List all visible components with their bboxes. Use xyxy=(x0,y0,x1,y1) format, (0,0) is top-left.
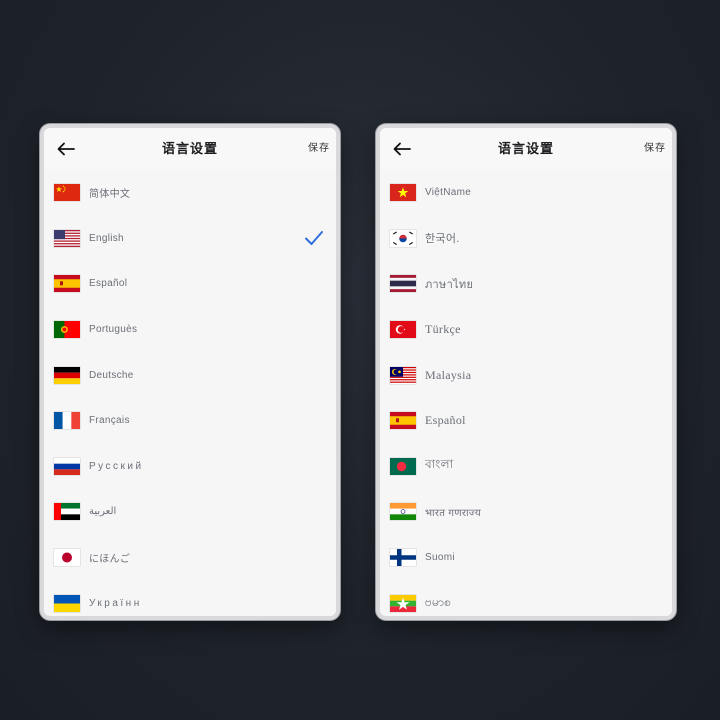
save-button[interactable]: 保存 xyxy=(308,128,330,170)
language-label: Türkçe xyxy=(425,322,461,337)
myanmar-flag-icon xyxy=(390,594,416,612)
language-label: भारत गणराज्य xyxy=(425,507,481,519)
malaysia-flag-icon xyxy=(390,366,416,384)
language-label: ViệtName xyxy=(425,187,472,199)
portugal-flag-icon xyxy=(54,321,80,339)
japan-flag-icon xyxy=(54,549,80,567)
language-label: Français xyxy=(89,415,130,427)
language-settings-screen-right: 语言设置 保存 ViệtName 한국어. ภาษาไทย Türkçe Mal… xyxy=(376,124,676,620)
language-item-german[interactable]: Deutsche xyxy=(44,352,336,398)
top-bar: 语言设置 保存 xyxy=(380,128,672,170)
language-label: Deutsche xyxy=(89,369,134,381)
checkmark-icon xyxy=(305,231,323,246)
thailand-flag-icon xyxy=(390,275,416,293)
language-settings-screen-left: 语言设置 保存 简体中文 English Español Portuguès D… xyxy=(40,124,340,620)
turkey-flag-icon xyxy=(390,321,416,339)
language-label: Portuguès xyxy=(89,324,138,336)
language-label: বাংলা xyxy=(425,457,454,472)
language-list: ViệtName 한국어. ภาษาไทย Türkçe Malaysia Es… xyxy=(380,170,672,616)
language-item-burmese[interactable]: ဗမာစ xyxy=(380,580,672,616)
language-item-ukrainian[interactable]: Українн xyxy=(44,580,336,616)
language-item-french[interactable]: Français xyxy=(44,398,336,444)
spain-flag-icon xyxy=(390,412,416,430)
language-item-malay[interactable]: Malaysia xyxy=(380,352,672,398)
language-list: 简体中文 English Español Portuguès Deutsche … xyxy=(44,170,336,616)
korea-flag-icon xyxy=(390,229,416,247)
language-item-hindi[interactable]: भारत गणराज्य xyxy=(380,489,672,535)
finland-flag-icon xyxy=(390,549,416,567)
top-bar: 语言设置 保存 xyxy=(44,128,336,170)
language-label: ภาษาไทย xyxy=(425,278,474,291)
save-button[interactable]: 保存 xyxy=(644,128,666,170)
language-item-russian[interactable]: Русский xyxy=(44,444,336,490)
language-item-portuguese[interactable]: Portuguès xyxy=(44,307,336,353)
language-item-vietnamese[interactable]: ViệtName xyxy=(380,170,672,216)
language-item-turkish[interactable]: Türkçe xyxy=(380,307,672,353)
language-item-chinese[interactable]: 简体中文 xyxy=(44,170,336,216)
language-label: Español xyxy=(425,413,466,428)
language-item-thai[interactable]: ภาษาไทย xyxy=(380,261,672,307)
language-item-arabic[interactable]: العربية xyxy=(44,489,336,535)
india-flag-icon xyxy=(390,503,416,521)
page-title: 语言设置 xyxy=(497,141,554,156)
language-label: Español xyxy=(89,278,128,290)
language-label: Suomi xyxy=(425,552,455,564)
language-item-spanish[interactable]: Español xyxy=(44,261,336,307)
language-label: Malaysia xyxy=(425,367,472,382)
language-label: العربية xyxy=(89,506,117,518)
russia-flag-icon xyxy=(54,457,80,475)
language-label: にほんご xyxy=(89,554,131,566)
language-item-japanese[interactable]: にほんご xyxy=(44,535,336,581)
back-button[interactable] xyxy=(54,137,78,161)
language-item-english[interactable]: English xyxy=(44,216,336,262)
china-flag-icon xyxy=(54,184,80,202)
language-label: Русский xyxy=(89,460,144,472)
language-label: Українн xyxy=(89,597,142,609)
language-label: 简体中文 xyxy=(89,189,131,201)
back-button[interactable] xyxy=(390,137,414,161)
back-arrow-icon xyxy=(393,142,411,156)
page-title: 语言设置 xyxy=(161,141,218,156)
language-item-spanish[interactable]: Español xyxy=(380,398,672,444)
language-label: ဗမာစ xyxy=(425,595,452,610)
ukraine-flag-icon xyxy=(54,594,80,612)
spain-flag-icon xyxy=(54,275,80,293)
language-label: English xyxy=(89,232,124,244)
language-item-korean[interactable]: 한국어. xyxy=(380,216,672,262)
vietnam-flag-icon xyxy=(390,184,416,202)
usa-flag-icon xyxy=(54,229,80,247)
language-label: 한국어. xyxy=(425,233,460,246)
language-item-finnish[interactable]: Suomi xyxy=(380,535,672,581)
language-item-bengali[interactable]: বাংলা xyxy=(380,444,672,490)
france-flag-icon xyxy=(54,412,80,430)
uae-flag-icon xyxy=(54,503,80,521)
bangladesh-flag-icon xyxy=(390,457,416,475)
germany-flag-icon xyxy=(54,366,80,384)
back-arrow-icon xyxy=(57,142,75,156)
